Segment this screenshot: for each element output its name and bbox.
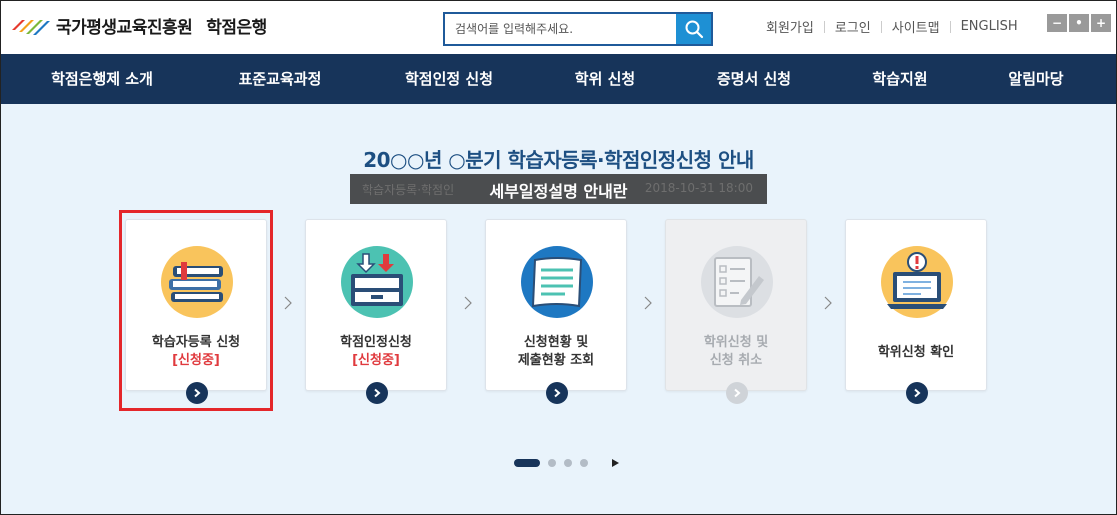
- zoom-in-button[interactable]: +: [1091, 14, 1111, 32]
- pager-dot[interactable]: [564, 459, 572, 467]
- nav-certificate[interactable]: 증명서 신청: [717, 54, 791, 104]
- nav-degree-application[interactable]: 학위 신청: [575, 54, 635, 104]
- schedule-headline: 20○○년 ○분기 학습자등록·학점인정신청 안내: [363, 148, 754, 172]
- card-label: 학위신청 및 신청 취소: [666, 334, 806, 370]
- card-go-button[interactable]: [366, 382, 388, 404]
- search-input[interactable]: [445, 14, 676, 44]
- card-degree-confirm[interactable]: 학위신청 확인: [845, 219, 987, 404]
- play-icon[interactable]: [612, 459, 619, 467]
- header: 국가평생교육진흥원 학점은행 회원가입 로그인 사이트맵 ENGLISH − •…: [0, 0, 1117, 54]
- signup-link[interactable]: 회원가입: [766, 17, 814, 36]
- site-logo[interactable]: 국가평생교육진흥원 학점은행: [10, 12, 267, 38]
- laptop-alert-icon: [881, 246, 953, 318]
- chevron-right-icon: [644, 296, 652, 310]
- card-go-button[interactable]: [546, 382, 568, 404]
- card-go-button[interactable]: [906, 382, 928, 404]
- nav-credit-recognition[interactable]: 학점인정 신청: [405, 54, 493, 104]
- chevron-right-icon: [284, 296, 292, 310]
- pager-dot[interactable]: [548, 459, 556, 467]
- card-title: 학위신청 확인: [877, 345, 955, 360]
- zoom-out-button[interactable]: −: [1047, 14, 1067, 32]
- card-title-line2: 신청 취소: [709, 353, 763, 368]
- nav-credit-bank-intro[interactable]: 학점은행제 소개: [51, 54, 153, 104]
- card-label: 학점인정신청 [신청중]: [306, 334, 446, 370]
- card-application-status[interactable]: 신청현황 및 제출현황 조회: [485, 219, 627, 404]
- sitemap-link[interactable]: 사이트맵: [892, 17, 940, 36]
- card-label: 학위신청 확인: [846, 344, 986, 362]
- card-title-line2: 제출현황 조회: [517, 353, 595, 368]
- utility-links: 회원가입 로그인 사이트맵 ENGLISH: [766, 17, 1018, 36]
- pager-dot-active[interactable]: [514, 459, 540, 467]
- zoom-controls: − • +: [1047, 14, 1111, 32]
- card-title: 신청현황 및: [523, 335, 589, 350]
- divider: [949, 20, 951, 33]
- chevron-right-icon: [734, 388, 741, 398]
- card-degree-apply-cancel: 학위신청 및 신청 취소: [665, 219, 807, 404]
- highlight-box: [119, 210, 273, 411]
- divider: [823, 20, 825, 33]
- search-button[interactable]: [676, 14, 711, 44]
- carousel-pager: [514, 459, 619, 467]
- logo-mark-icon: [10, 12, 50, 38]
- english-link[interactable]: ENGLISH: [961, 19, 1018, 34]
- chevron-right-icon: [464, 296, 472, 310]
- card-credit-recognition[interactable]: 학점인정신청 [신청중]: [305, 219, 447, 404]
- inbox-tray-icon: [341, 246, 413, 318]
- tooltip-text: 세부일정설명 안내란: [489, 182, 628, 201]
- org-name: 국가평생교육진흥원: [56, 17, 193, 38]
- search-icon: [685, 20, 703, 39]
- chevron-right-icon: [554, 388, 561, 398]
- nav-learning-support[interactable]: 학습지원: [872, 54, 927, 104]
- search-bar: [443, 12, 713, 46]
- card-title: 학위신청 및: [703, 335, 769, 350]
- chevron-right-icon: [374, 388, 381, 398]
- status-badge: [신청중]: [352, 353, 400, 368]
- document-scroll-icon: [521, 246, 593, 318]
- schedule-tooltip: 학습자등록·학점인 2018-10-31 18:00 세부일정설명 안내란: [350, 174, 767, 204]
- card-go-button: [726, 382, 748, 404]
- login-link[interactable]: 로그인: [835, 17, 871, 36]
- card-title: 학점인정신청: [340, 335, 412, 350]
- zoom-reset-button[interactable]: •: [1069, 14, 1089, 32]
- checklist-pen-icon: [701, 246, 773, 318]
- nav-standard-curriculum[interactable]: 표준교육과정: [239, 54, 322, 104]
- pager-dot[interactable]: [580, 459, 588, 467]
- chevron-right-icon: [824, 296, 832, 310]
- nav-notice[interactable]: 알림마당: [1008, 54, 1063, 104]
- card-label: 신청현황 및 제출현황 조회: [486, 334, 626, 370]
- divider: [880, 20, 882, 33]
- chevron-right-icon: [914, 388, 921, 398]
- service-name: 학점은행: [206, 17, 267, 38]
- main-nav: 학점은행제 소개 표준교육과정 학점인정 신청 학위 신청 증명서 신청 학습지…: [0, 54, 1117, 104]
